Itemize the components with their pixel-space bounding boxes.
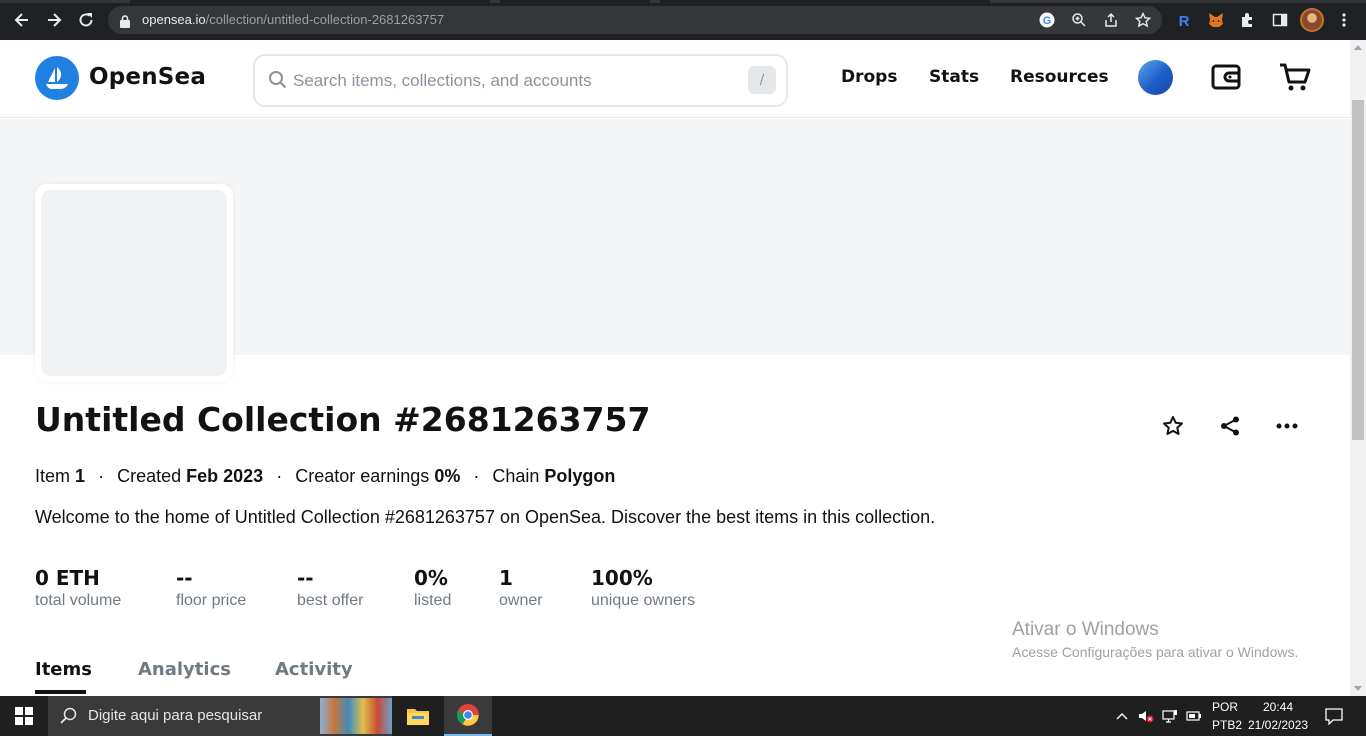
lock-icon — [120, 13, 130, 32]
volume-muted-icon[interactable] — [1138, 708, 1154, 724]
stat-label: owner — [499, 592, 543, 609]
page-scrollbar[interactable] — [1350, 40, 1366, 696]
opensea-logo-icon[interactable] — [35, 56, 79, 100]
battery-icon[interactable] — [1186, 708, 1202, 724]
favorite-star-icon[interactable] — [1160, 413, 1186, 439]
active-tab-indicator — [35, 690, 86, 694]
url-text: opensea.io/collection/untitled-collectio… — [142, 12, 445, 27]
tab-analytics[interactable]: Analytics — [138, 659, 231, 680]
collection-title: Untitled Collection #2681263757 — [35, 400, 651, 439]
created-label: Created — [117, 466, 182, 486]
address-bar[interactable]: opensea.io/collection/untitled-collectio… — [108, 6, 1162, 34]
keyboard-language[interactable]: POR — [1212, 700, 1238, 714]
bookmark-star-icon[interactable] — [1134, 11, 1152, 29]
search-placeholder: Search items, collections, and accounts — [293, 71, 592, 90]
notifications-icon[interactable] — [1325, 707, 1343, 725]
google-icon[interactable]: G — [1038, 11, 1056, 29]
creator-earnings-value: 0% — [434, 466, 461, 486]
browser-toolbar: opensea.io/collection/untitled-collectio… — [0, 0, 1366, 40]
windows-activation-title: Ativar o Windows — [1012, 619, 1159, 640]
stat-value: 1 — [499, 566, 513, 590]
stat-floor-price: -- floor price — [176, 566, 246, 610]
share-page-icon[interactable] — [1102, 11, 1120, 29]
stat-value: 0 ETH — [35, 566, 100, 590]
extension-r-icon[interactable]: R — [1174, 10, 1194, 30]
search-icon — [60, 707, 78, 729]
stat-label: listed — [414, 592, 452, 609]
stat-value: 0% — [414, 566, 448, 590]
meta-separator: · — [98, 466, 105, 486]
forward-icon[interactable] — [41, 8, 67, 32]
search-highlight-image — [320, 698, 392, 734]
side-panel-icon[interactable] — [1270, 10, 1290, 30]
keyboard-layout[interactable]: PTB2 — [1212, 718, 1242, 732]
stat-total-volume: 0 ETH total volume — [35, 566, 121, 610]
collection-meta: Item 1 · Created Feb 2023 · Creator earn… — [35, 466, 615, 487]
windows-taskbar: Digite aqui para pesquisar POR PTB2 20:4… — [0, 696, 1366, 736]
nav-stats[interactable]: Stats — [929, 67, 979, 87]
scrollbar-thumb[interactable] — [1352, 100, 1364, 440]
tab-activity[interactable]: Activity — [275, 659, 353, 680]
profile-avatar[interactable] — [1300, 8, 1324, 32]
created-value: Feb 2023 — [186, 466, 264, 486]
windows-start-icon[interactable] — [0, 696, 48, 736]
taskbar-search-placeholder: Digite aqui para pesquisar — [88, 707, 263, 724]
brand-name[interactable]: OpenSea — [89, 64, 206, 90]
stat-value: -- — [297, 566, 314, 590]
tray-chevron-up-icon[interactable] — [1114, 708, 1130, 724]
items-value: 1 — [75, 466, 86, 486]
nav-resources[interactable]: Resources — [1010, 67, 1109, 87]
stat-label: floor price — [176, 592, 247, 609]
creator-earnings-label: Creator earnings — [295, 466, 430, 486]
stat-listed: 0% listed — [414, 566, 451, 610]
stat-owner: 1 owner — [499, 566, 543, 610]
tab-strip — [0, 0, 1366, 3]
metamask-icon[interactable] — [1206, 10, 1226, 30]
zoom-icon[interactable] — [1070, 11, 1088, 29]
extensions-puzzle-icon[interactable] — [1238, 10, 1258, 30]
clock-date[interactable]: 21/02/2023 — [1248, 718, 1308, 732]
tab-items[interactable]: Items — [35, 659, 92, 680]
reload-icon[interactable] — [73, 8, 99, 32]
search-icon — [268, 70, 288, 94]
svg-text:R: R — [1179, 13, 1190, 28]
menu-kebab-icon[interactable] — [1334, 10, 1354, 30]
account-avatar[interactable] — [1138, 60, 1173, 95]
stat-label: best offer — [297, 592, 364, 609]
file-explorer-icon[interactable] — [394, 696, 442, 736]
meta-separator: · — [276, 466, 283, 486]
items-label: Item — [35, 466, 71, 486]
clock-time[interactable]: 20:44 — [1263, 700, 1293, 714]
windows-activation-subtitle: Acesse Configurações para ativar o Windo… — [1012, 644, 1299, 660]
stat-value: -- — [176, 566, 193, 590]
stat-unique-owners: 100% unique owners — [591, 566, 695, 610]
meta-separator: · — [473, 466, 480, 486]
search-input[interactable]: Search items, collections, and accounts … — [253, 54, 788, 107]
collection-image — [35, 184, 233, 382]
site-header: OpenSea Search items, collections, and a… — [0, 40, 1350, 118]
network-icon[interactable] — [1162, 708, 1178, 724]
stat-label: total volume — [35, 592, 122, 609]
stat-best-offer: -- best offer — [297, 566, 363, 610]
svg-text:G: G — [1043, 15, 1052, 27]
back-icon[interactable] — [9, 8, 35, 32]
chain-value: Polygon — [544, 466, 616, 486]
collection-description: Welcome to the home of Untitled Collecti… — [35, 507, 936, 527]
share-icon[interactable] — [1217, 413, 1243, 439]
stat-value: 100% — [591, 566, 653, 590]
chrome-taskbar-icon[interactable] — [444, 696, 492, 736]
taskbar-search[interactable]: Digite aqui para pesquisar — [48, 696, 392, 736]
cart-icon[interactable] — [1278, 60, 1312, 94]
wallet-icon[interactable] — [1209, 60, 1243, 94]
more-options-icon[interactable] — [1274, 413, 1300, 439]
search-shortcut-key: / — [748, 66, 776, 94]
nav-drops[interactable]: Drops — [841, 67, 897, 87]
stat-label: unique owners — [591, 592, 696, 609]
chain-label: Chain — [492, 466, 540, 486]
